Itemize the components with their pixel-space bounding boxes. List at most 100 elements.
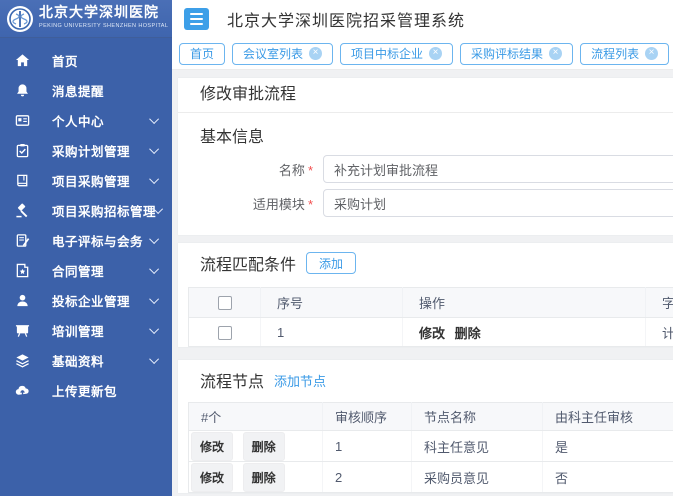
close-icon[interactable]: × (429, 47, 442, 60)
sidebar-menu: 首页 消息提醒 个人中心 采购计划管理 (0, 38, 172, 405)
required-asterisk: * (308, 163, 313, 178)
sidebar-item-project-purchase[interactable]: 项目采购管理 (0, 165, 172, 195)
sidebar-item-upload-update[interactable]: 上传更新包 (0, 375, 172, 405)
dept-review-cell: 是 (543, 431, 673, 462)
hospital-name: 北京大学深圳医院 (39, 7, 168, 21)
topbar: 北京大学深圳医院招采管理系统 (172, 0, 673, 38)
tab-process-list[interactable]: 流程列表 × (580, 43, 669, 65)
select-all-checkbox[interactable] (218, 296, 232, 310)
order-cell: 1 (323, 431, 412, 462)
page-title: 修改审批流程 (200, 85, 673, 105)
node-name-cell: 采购员意见 (412, 462, 543, 493)
book-icon (14, 172, 30, 188)
sidebar-item-training-management[interactable]: 培训管理 (0, 315, 172, 345)
tab-label: 项目中标企业 (351, 45, 423, 62)
tab-label: 首页 (190, 45, 214, 62)
sidebar-item-label: 上传更新包 (52, 381, 159, 400)
app-title: 北京大学深圳医院招采管理系统 (227, 7, 465, 31)
bell-icon (14, 82, 30, 98)
page-content: 修改审批流程 基本信息 名称* 适用模块* (172, 70, 673, 496)
match-conditions-card: 流程匹配条件 添加 序号 操作 字 (178, 243, 673, 347)
sidebar-item-bidder-companies[interactable]: 投标企业管理 (0, 285, 172, 315)
table-row: 修改 删除 2 采购员意见 否 (189, 462, 673, 493)
tab-winning-companies[interactable]: 项目中标企业 × (340, 43, 453, 65)
tab-home[interactable]: 首页 (179, 43, 225, 65)
cutoff-cell: 计 (646, 318, 673, 347)
sidebar-item-label: 项目采购管理 (52, 171, 152, 190)
close-icon[interactable]: × (309, 47, 322, 60)
layers-icon (14, 352, 30, 368)
column-header-order: 审核顺序 (323, 403, 412, 431)
tabbar: 首页 会议室列表 × 项目中标企业 × 采购评标结果 × 流程列表 × 流程 × (172, 38, 673, 70)
column-header-dept-review: 由科主任审核 (543, 403, 673, 431)
operation-cell: 修改 删除 (403, 318, 646, 347)
order-cell: 2 (323, 462, 412, 493)
sidebar-item-bidding-management[interactable]: 项目采购招标管理 (0, 195, 172, 225)
sidebar-item-contract-management[interactable]: 合同管理 (0, 255, 172, 285)
required-asterisk: * (308, 197, 313, 212)
hospital-emblem-icon (6, 5, 34, 33)
basic-info-card: 修改审批流程 基本信息 名称* 适用模块* (178, 78, 673, 235)
flow-nodes-table: #个 审核顺序 节点名称 由科主任审核 修改 删除 1 (188, 402, 673, 493)
tab-label: 会议室列表 (243, 45, 303, 62)
app-window: 北京大学深圳医院 PEKING UNIVERSITY SHENZHEN HOSP… (0, 0, 673, 496)
sidebar-item-basic-data[interactable]: 基础资料 (0, 345, 172, 375)
flow-nodes-card: 流程节点 添加节点 #个 审核顺序 节点名称 由科主任审核 (178, 360, 673, 493)
sidebar-item-e-evaluation[interactable]: 电子评标与会务 (0, 225, 172, 255)
delete-button[interactable]: 删除 (243, 432, 285, 461)
name-input[interactable] (323, 155, 673, 183)
actions-cell: 修改 删除 (189, 431, 323, 462)
edit-button[interactable]: 修改 (191, 432, 233, 461)
tab-evaluation-results[interactable]: 采购评标结果 × (460, 43, 573, 65)
sidebar-item-label: 采购计划管理 (52, 141, 152, 160)
document-edit-icon (14, 232, 30, 248)
match-conditions-table: 序号 操作 字 1 修改 删除 (188, 287, 673, 347)
column-header-operation: 操作 (403, 288, 646, 318)
sidebar-item-purchase-plan[interactable]: 采购计划管理 (0, 135, 172, 165)
sidebar-item-label: 培训管理 (52, 321, 152, 340)
column-header-cutoff: 字 (646, 288, 673, 318)
edit-button[interactable]: 修改 (191, 463, 233, 492)
row-checkbox[interactable] (218, 326, 232, 340)
page-title-row: 修改审批流程 (178, 78, 673, 113)
add-condition-button[interactable]: 添加 (306, 252, 356, 274)
column-header-seq: 序号 (261, 288, 403, 318)
table-row: 1 修改 删除 计 (189, 318, 673, 347)
sidebar-item-home[interactable]: 首页 (0, 45, 172, 75)
sidebar: 北京大学深圳医院 PEKING UNIVERSITY SHENZHEN HOSP… (0, 0, 172, 496)
tab-label: 采购评标结果 (471, 45, 543, 62)
main-area: 北京大学深圳医院招采管理系统 首页 会议室列表 × 项目中标企业 × 采购评标结… (172, 0, 673, 496)
sidebar-item-label: 消息提醒 (52, 81, 159, 100)
name-field-label: 名称* (178, 160, 323, 179)
tab-label: 流程列表 (591, 45, 639, 62)
menu-toggle-button[interactable] (184, 8, 209, 30)
dept-review-cell: 否 (543, 462, 673, 493)
sidebar-item-label: 电子评标与会务 (52, 231, 152, 250)
column-header-node-name: 节点名称 (412, 403, 543, 431)
name-field-row: 名称* (178, 155, 673, 183)
sidebar-item-label: 合同管理 (52, 261, 152, 280)
gavel-icon (14, 202, 30, 218)
sidebar-item-personal-center[interactable]: 个人中心 (0, 105, 172, 135)
delete-link[interactable]: 删除 (455, 326, 481, 341)
clipboard-check-icon (14, 142, 30, 158)
row-select-cell (189, 318, 261, 347)
edit-link[interactable]: 修改 (419, 326, 445, 341)
close-icon[interactable]: × (645, 47, 658, 60)
tab-meeting-room-list[interactable]: 会议室列表 × (232, 43, 333, 65)
node-name-cell: 科主任意见 (412, 431, 543, 462)
module-field-row: 适用模块* (178, 189, 673, 217)
sidebar-item-label: 个人中心 (52, 111, 152, 130)
close-icon[interactable]: × (549, 47, 562, 60)
cloud-upload-icon (14, 382, 30, 398)
column-header-index: #个 (189, 403, 323, 431)
module-input[interactable] (323, 189, 673, 217)
delete-button[interactable]: 删除 (243, 463, 285, 492)
add-node-link[interactable]: 添加节点 (274, 371, 326, 390)
section-basic-info: 基本信息 (178, 113, 673, 155)
contract-star-icon (14, 262, 30, 278)
presentation-board-icon (14, 322, 30, 338)
home-icon (14, 52, 30, 68)
sidebar-item-label: 基础资料 (52, 351, 152, 370)
sidebar-item-messages[interactable]: 消息提醒 (0, 75, 172, 105)
